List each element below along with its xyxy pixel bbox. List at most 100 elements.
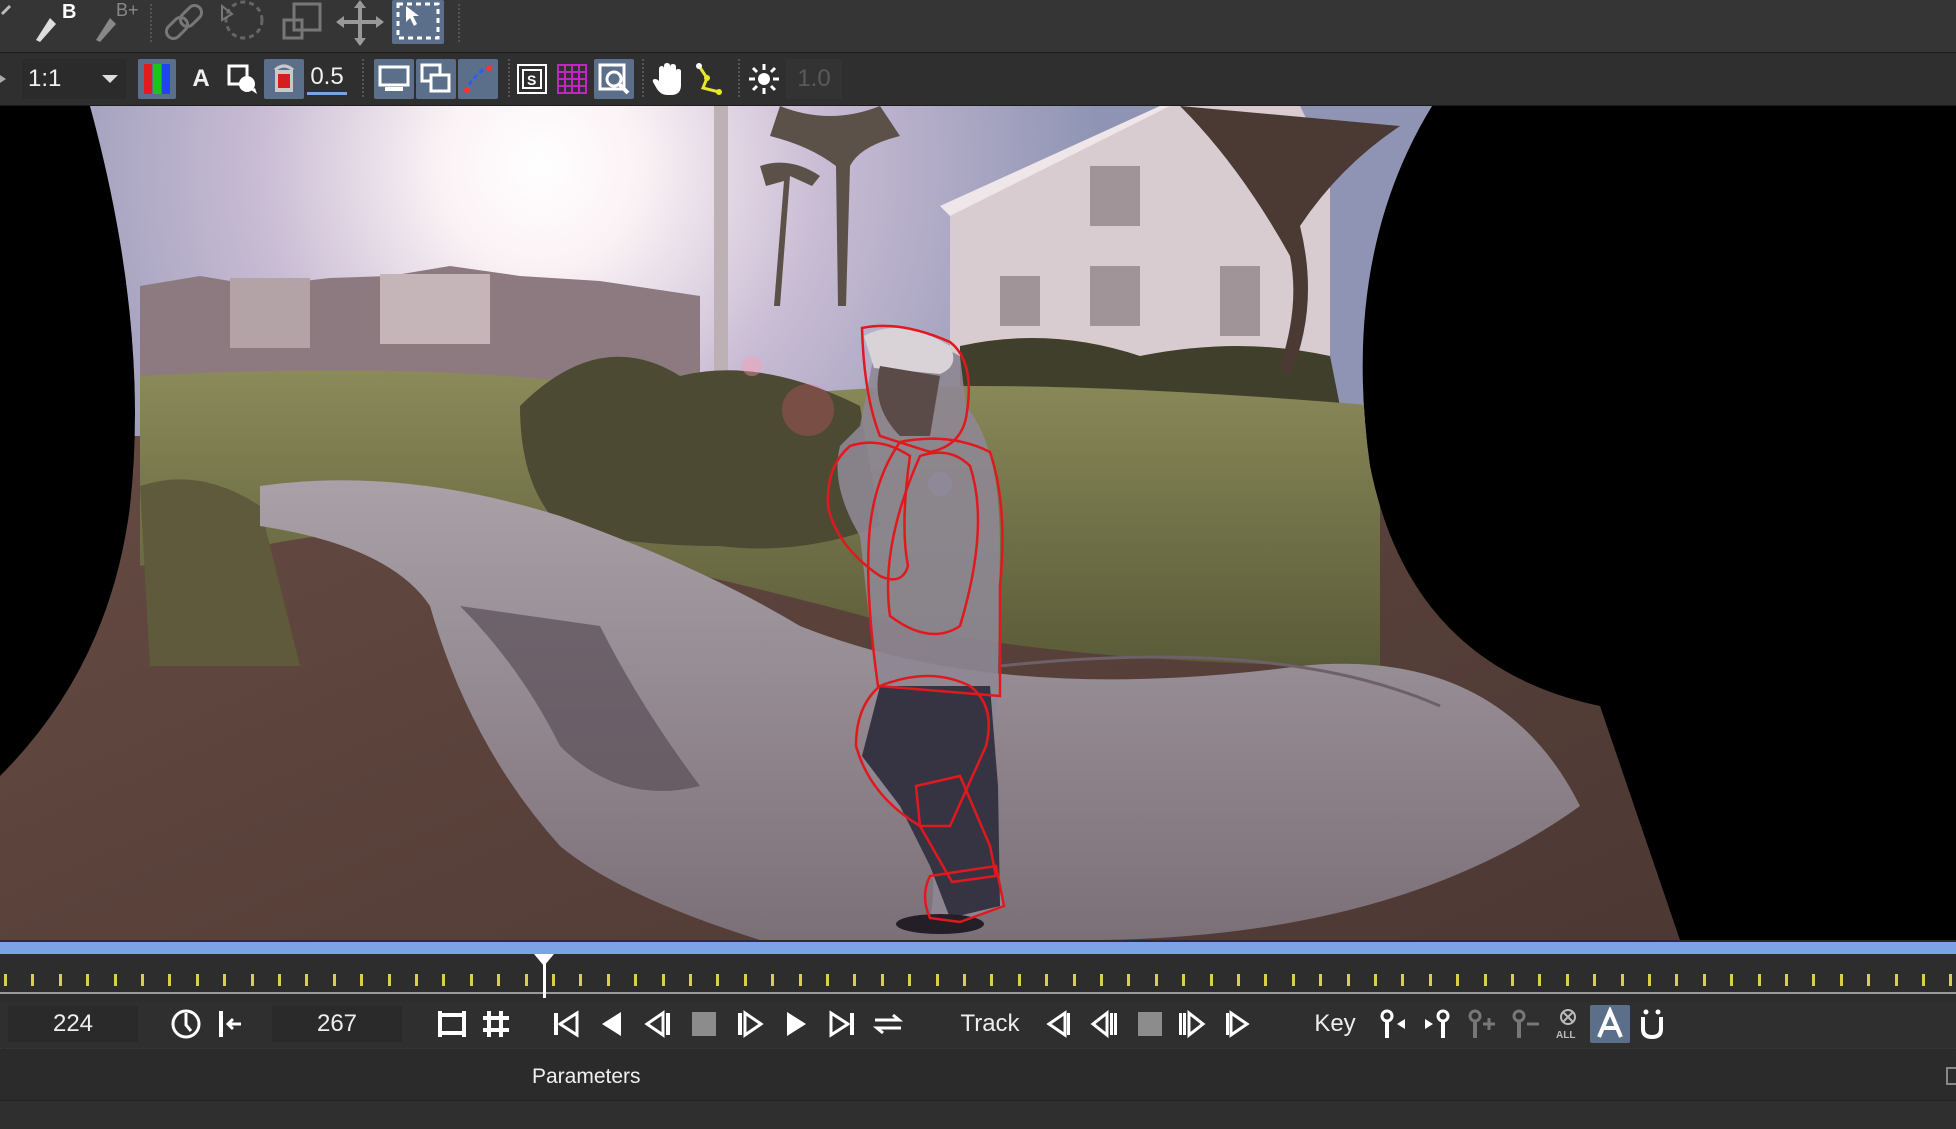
frame-tick <box>59 974 62 986</box>
frame-tick <box>1401 974 1404 986</box>
monitor-icon[interactable] <box>374 59 414 99</box>
partial-dropdown-icon[interactable] <box>0 53 10 105</box>
frame-tick <box>1018 974 1021 986</box>
track-forward-icon[interactable] <box>1218 1005 1258 1043</box>
panel-resize-handle[interactable] <box>1946 1067 1956 1085</box>
out-frame-value: 267 <box>316 1010 358 1037</box>
frame-tick <box>141 974 144 986</box>
stop-icon[interactable] <box>684 1005 724 1043</box>
timeline-ruler <box>0 992 1956 994</box>
transport-bar: 224 267 Track Key ALL <box>0 1002 1956 1048</box>
frame-tick <box>1785 974 1788 986</box>
alpha-label: A <box>192 65 210 92</box>
prev-key-icon[interactable] <box>1374 1005 1414 1043</box>
exposure-field[interactable]: 1.0 <box>786 59 842 99</box>
timeline-range-bar[interactable] <box>0 942 1956 954</box>
frame-tick <box>1840 974 1843 986</box>
frame-tick <box>1073 974 1076 986</box>
frame-tick <box>168 974 171 986</box>
frame-tick <box>1264 974 1267 986</box>
move-icon[interactable] <box>334 0 386 48</box>
opacity-field[interactable]: 0.5 <box>304 59 350 99</box>
autokey-u-icon[interactable] <box>1632 1005 1672 1043</box>
set-in-point-icon[interactable] <box>210 1005 250 1043</box>
scale-shape-icon[interactable] <box>276 0 328 48</box>
go-to-start-icon[interactable] <box>546 1005 586 1043</box>
timeline[interactable] <box>0 940 1956 1002</box>
bspline-pen-icon[interactable]: B+ <box>86 0 138 48</box>
matte-bucket-icon[interactable] <box>264 59 304 99</box>
play-backward-icon[interactable] <box>592 1005 632 1043</box>
select-region-icon[interactable] <box>392 0 444 44</box>
link-icon[interactable] <box>160 0 208 48</box>
step-forward-icon[interactable] <box>730 1005 770 1043</box>
frame-tick <box>1182 974 1185 986</box>
bezier-pen-icon[interactable]: B <box>26 0 78 48</box>
rgb-channels-icon[interactable] <box>138 59 176 99</box>
key-label: Key <box>1314 1010 1356 1037</box>
frame-tick <box>196 974 199 986</box>
frame-tick <box>936 974 939 986</box>
frame-tick <box>963 974 966 986</box>
rotate-shape-icon[interactable] <box>214 0 270 48</box>
frame-tick <box>1319 974 1322 986</box>
go-to-end-icon[interactable] <box>822 1005 862 1043</box>
frame-tick <box>1812 974 1815 986</box>
frame-tick <box>251 974 254 986</box>
clear-all-keys-icon[interactable]: ALL <box>1548 1005 1588 1043</box>
zoom-window-icon[interactable] <box>594 59 634 99</box>
frame-tick <box>990 974 993 986</box>
frame-tick <box>1703 974 1706 986</box>
image-viewer[interactable] <box>0 106 1956 940</box>
zoom-select[interactable]: 1:1 <box>22 59 126 99</box>
next-key-icon[interactable] <box>1418 1005 1458 1043</box>
alpha-channel-button[interactable]: A <box>184 59 218 99</box>
parameters-label: Parameters <box>532 1065 641 1088</box>
in-frame-field[interactable]: 224 <box>8 1006 138 1042</box>
bottom-panel <box>0 1100 1956 1129</box>
frame-tick <box>1155 974 1158 986</box>
frame-tick <box>1621 974 1624 986</box>
chevron-down-icon <box>102 75 118 83</box>
out-frame-field[interactable]: 267 <box>272 1006 402 1042</box>
exposure-sun-icon[interactable] <box>744 59 784 99</box>
safe-area-icon[interactable]: S <box>512 59 552 99</box>
overlay-toggle-icon[interactable] <box>222 59 262 99</box>
tracker-points-icon[interactable] <box>690 59 730 99</box>
frame-tick <box>1593 974 1596 986</box>
frame-tick <box>1922 974 1925 986</box>
playhead[interactable] <box>532 940 556 1000</box>
fit-range-icon[interactable] <box>432 1005 472 1043</box>
parameters-header[interactable]: Parameters <box>0 1048 1956 1101</box>
play-forward-icon[interactable] <box>776 1005 816 1043</box>
pan-hand-icon[interactable] <box>648 59 688 99</box>
step-backward-icon[interactable] <box>638 1005 678 1043</box>
frame-ticks <box>4 974 1952 986</box>
spline-curve-icon[interactable] <box>458 59 498 99</box>
grid-icon[interactable] <box>552 59 592 99</box>
partial-tool-icon[interactable] <box>0 0 14 40</box>
track-step-forward-icon[interactable] <box>1172 1005 1212 1043</box>
frame-tick <box>799 974 802 986</box>
remove-key-icon[interactable] <box>1506 1005 1546 1043</box>
svg-text:B: B <box>62 1 76 23</box>
loop-icon[interactable] <box>868 1005 908 1043</box>
frame-tick <box>415 974 418 986</box>
track-stop-icon[interactable] <box>1130 1005 1170 1043</box>
track-step-backward-icon[interactable] <box>1084 1005 1124 1043</box>
track-backward-icon[interactable] <box>1038 1005 1078 1043</box>
hash-marks-icon[interactable] <box>476 1005 516 1043</box>
frame-tick <box>1730 974 1733 986</box>
layers-icon[interactable] <box>416 59 456 99</box>
frame-tick <box>1127 974 1130 986</box>
frame-tick <box>579 974 582 986</box>
add-key-icon[interactable] <box>1462 1005 1502 1043</box>
frame-tick <box>1292 974 1295 986</box>
panorama-frame <box>0 106 1956 940</box>
clock-icon[interactable] <box>166 1005 206 1043</box>
svg-text:B+: B+ <box>116 0 138 20</box>
frame-tick <box>1237 974 1240 986</box>
frame-tick <box>881 974 884 986</box>
frame-tick <box>689 974 692 986</box>
autokey-a-icon[interactable] <box>1590 1005 1630 1043</box>
